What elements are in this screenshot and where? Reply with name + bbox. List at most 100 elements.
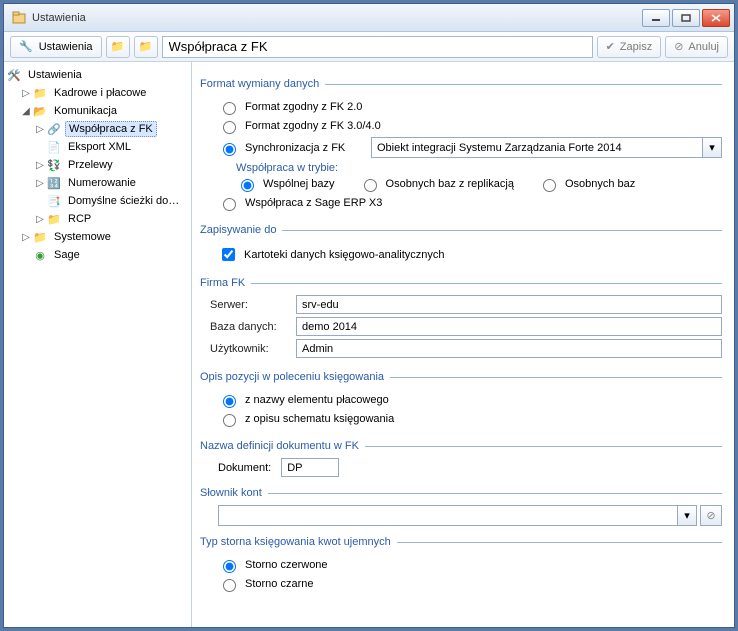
group-slownik: Słownik kont ▾ ⊘ xyxy=(200,487,722,526)
app-icon xyxy=(12,11,26,25)
radio-sage-erp[interactable] xyxy=(223,198,236,211)
legend-storno: Typ storna księgowania kwot ujemnych xyxy=(200,536,397,548)
expander-icon: ◢ xyxy=(20,106,32,117)
input-baza[interactable] xyxy=(296,317,722,336)
tree-wspolpraca-fk[interactable]: ▷🔗Współpraca z FK xyxy=(34,120,189,138)
label-kartoteki: Kartoteki danych księgowo-analitycznych xyxy=(244,249,445,261)
folder-icon xyxy=(111,40,125,53)
toolbar-btn-2[interactable] xyxy=(134,36,158,58)
tree-systemowe[interactable]: ▷Systemowe xyxy=(20,228,189,246)
integration-select-value[interactable] xyxy=(371,137,702,158)
label-storno-czarne: Storno czarne xyxy=(245,578,313,590)
toolbar-btn-1[interactable] xyxy=(106,36,130,58)
folder-icon xyxy=(139,40,153,53)
tree-sage[interactable]: ◉Sage xyxy=(20,246,189,264)
slownik-action-button[interactable]: ⊘ xyxy=(700,505,722,526)
radio-osobnych-repl[interactable] xyxy=(364,179,377,192)
sub-title-mode: Współpraca w trybie: xyxy=(236,162,722,174)
tree-kadrowe[interactable]: ▷Kadrowe i płacowe xyxy=(20,84,189,102)
checkmark-icon: ✔ xyxy=(606,40,615,53)
radio-fk20[interactable] xyxy=(223,102,236,115)
label-osobnych-baz: Osobnych baz xyxy=(565,178,635,190)
content-panel: Format wymiany danych Format zgodny z FK… xyxy=(192,62,734,627)
tree-przelewy[interactable]: ▷💱Przelewy xyxy=(34,156,189,174)
toolbar: 🔧 Ustawienia ✔ Zapisz ⊘ Anuluj xyxy=(4,32,734,62)
title-field[interactable] xyxy=(162,36,593,58)
cancel-icon: ⊘ xyxy=(674,40,683,53)
expander-icon: ▷ xyxy=(34,214,46,225)
titlebar: Ustawienia xyxy=(4,4,734,32)
input-user[interactable] xyxy=(296,339,722,358)
label-osobnych-repl: Osobnych baz z replikacją xyxy=(386,178,514,190)
label-sync-fk: Synchronizacja z FK xyxy=(245,142,365,154)
group-opis: Opis pozycji w poleceniu księgowania z n… xyxy=(200,371,722,430)
tools-icon: 🛠️ xyxy=(6,68,22,82)
number-icon: 🔢 xyxy=(46,176,62,190)
legend-opis: Opis pozycji w poleceniu księgowania xyxy=(200,371,390,383)
link-icon: 🔗 xyxy=(46,122,62,136)
dropdown-button[interactable]: ▾ xyxy=(677,505,697,526)
xml-icon: 📄 xyxy=(46,140,62,154)
radio-opis-schemat[interactable] xyxy=(223,414,236,427)
radio-opis-nazwa[interactable] xyxy=(223,395,236,408)
folder-icon xyxy=(32,86,48,100)
legend-format: Format wymiany danych xyxy=(200,78,325,90)
toolbar-label: 🔧 Ustawienia xyxy=(10,36,102,58)
legend-firma: Firma FK xyxy=(200,277,251,289)
expander-icon: ▷ xyxy=(20,88,32,99)
legend-nazwa: Nazwa definicji dokumentu w FK xyxy=(200,440,365,452)
label-user: Użytkownik: xyxy=(210,343,296,355)
sidebar: 🛠️ Ustawienia ▷Kadrowe i płacowe ◢Komuni… xyxy=(4,62,192,627)
integration-select[interactable]: ▾ xyxy=(371,137,722,158)
maximize-button[interactable] xyxy=(672,9,700,27)
tree-eksport-xml[interactable]: 📄Eksport XML xyxy=(34,138,189,156)
tree-rcp[interactable]: ▷RCP xyxy=(34,210,189,228)
save-button[interactable]: ✔ Zapisz xyxy=(597,36,662,58)
close-button[interactable] xyxy=(702,9,730,27)
expander-icon: ▷ xyxy=(34,178,46,189)
legend-zapis: Zapisywanie do xyxy=(200,224,282,236)
nav-tree: 🛠️ Ustawienia ▷Kadrowe i płacowe ◢Komuni… xyxy=(6,66,189,264)
tree-domyslne-sciezki[interactable]: 📑Domyślne ścieżki do… xyxy=(34,192,189,210)
radio-sync-fk[interactable] xyxy=(223,143,236,156)
group-zapis: Zapisywanie do Kartoteki danych księgowo… xyxy=(200,224,722,267)
chevron-down-icon: ▾ xyxy=(709,141,715,154)
input-serwer[interactable] xyxy=(296,295,722,314)
expander-icon: ▷ xyxy=(20,232,32,243)
label-opis-schemat: z opisu schematu księgowania xyxy=(245,413,394,425)
chevron-down-icon: ▾ xyxy=(684,509,690,522)
cancel-button[interactable]: ⊘ Anuluj xyxy=(665,36,728,58)
radio-osobnych-baz[interactable] xyxy=(543,179,556,192)
tree-komunikacja[interactable]: ◢Komunikacja xyxy=(20,102,189,120)
label-sage-erp: Współpraca z Sage ERP X3 xyxy=(245,197,382,209)
radio-storno-czarne[interactable] xyxy=(223,579,236,592)
slownik-select-value[interactable] xyxy=(218,505,677,526)
radio-storno-czerwone[interactable] xyxy=(223,560,236,573)
dropdown-button[interactable]: ▾ xyxy=(702,137,722,158)
transfer-icon: 💱 xyxy=(46,158,62,172)
minimize-button[interactable] xyxy=(642,9,670,27)
folder-icon xyxy=(46,212,62,226)
window-title: Ustawienia xyxy=(32,12,640,24)
folder-open-icon xyxy=(32,104,48,118)
legend-slownik: Słownik kont xyxy=(200,487,268,499)
hammer-icon: 🔧 xyxy=(19,40,33,53)
label-storno-czerwone: Storno czerwone xyxy=(245,559,328,571)
sage-icon: ◉ xyxy=(32,248,48,262)
radio-fk30[interactable] xyxy=(223,121,236,134)
label-serwer: Serwer: xyxy=(210,299,296,311)
label-dokument: Dokument: xyxy=(218,462,271,474)
group-format: Format wymiany danych Format zgodny z FK… xyxy=(200,78,722,214)
folder-icon xyxy=(32,230,48,244)
expander-icon: ▷ xyxy=(34,124,46,135)
radio-wspolnej-bazy[interactable] xyxy=(241,179,254,192)
cancel-icon: ⊘ xyxy=(706,509,715,522)
path-icon: 📑 xyxy=(46,194,62,208)
tree-root[interactable]: 🛠️ Ustawienia xyxy=(6,66,189,84)
slownik-select[interactable]: ▾ xyxy=(218,505,697,526)
tree-numerowanie[interactable]: ▷🔢Numerowanie xyxy=(34,174,189,192)
input-dokument[interactable] xyxy=(281,458,339,477)
label-fk20: Format zgodny z FK 2.0 xyxy=(245,101,362,113)
chk-kartoteki[interactable] xyxy=(222,248,235,261)
label-fk30: Format zgodny z FK 3.0/4.0 xyxy=(245,120,381,132)
